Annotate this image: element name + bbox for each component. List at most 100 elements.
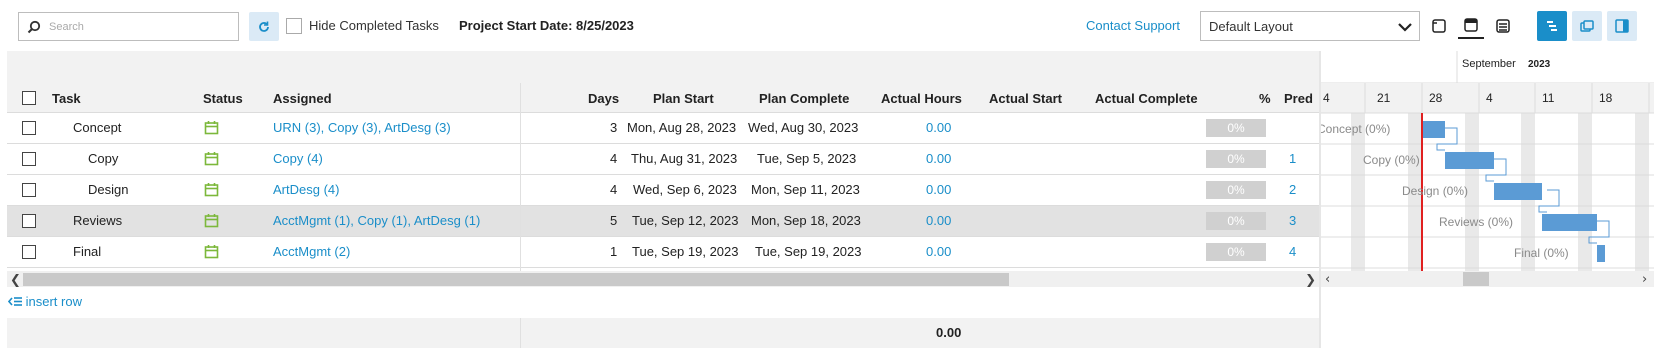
task-plan-complete[interactable]: Tue, Sep 19, 2023 bbox=[755, 244, 862, 259]
table-row-selected[interactable]: Reviews AcctMgmt (1), Copy (1), ArtDesg … bbox=[7, 206, 1321, 237]
percent-complete[interactable]: 0% bbox=[1206, 212, 1266, 230]
task-name[interactable]: Copy bbox=[88, 151, 118, 166]
task-days: 3 bbox=[610, 120, 618, 135]
task-plan-start[interactable]: Mon, Aug 28, 2023 bbox=[627, 120, 736, 135]
task-name[interactable]: Final bbox=[73, 244, 101, 259]
gantt-week-label: 21 bbox=[1377, 91, 1391, 105]
col-percent[interactable]: % bbox=[1259, 91, 1271, 106]
gantt-bar[interactable] bbox=[1494, 183, 1542, 200]
gantt-scrollbar-thumb[interactable] bbox=[1463, 272, 1489, 286]
percent-complete[interactable]: 0% bbox=[1206, 119, 1266, 137]
chevron-left-icon[interactable]: ❮ bbox=[10, 272, 21, 288]
gantt-bar[interactable] bbox=[1423, 121, 1445, 138]
select-all-checkbox[interactable] bbox=[22, 91, 36, 105]
task-pred[interactable]: 2 bbox=[1289, 182, 1296, 197]
contact-support-link[interactable]: Contact Support bbox=[1086, 18, 1180, 33]
task-pred[interactable]: 4 bbox=[1289, 244, 1296, 259]
gantt-bar[interactable] bbox=[1445, 152, 1494, 169]
col-actual-complete[interactable]: Actual Complete bbox=[1095, 91, 1198, 106]
refresh-icon bbox=[259, 21, 269, 32]
col-actual-start[interactable]: Actual Start bbox=[989, 91, 1062, 106]
task-actual-hours[interactable]: 0.00 bbox=[926, 244, 951, 259]
table-row[interactable]: Concept URN (3), Copy (3), ArtDesg (3) 3… bbox=[7, 113, 1321, 144]
task-plan-start[interactable]: Tue, Sep 12, 2023 bbox=[632, 213, 739, 228]
assigned-resources[interactable]: AcctMgmt (1), Copy (1), ArtDesg (1) bbox=[273, 213, 480, 228]
task-plan-start[interactable]: Tue, Sep 19, 2023 bbox=[632, 244, 739, 259]
gantt-bar-label: Concept (0%) bbox=[1321, 122, 1390, 136]
chevron-right-icon[interactable]: ❯ bbox=[1305, 272, 1316, 288]
task-plan-complete[interactable]: Wed, Aug 30, 2023 bbox=[748, 120, 858, 135]
row-checkbox[interactable] bbox=[22, 183, 36, 197]
col-plan-complete[interactable]: Plan Complete bbox=[759, 91, 849, 106]
toolbar: Hide Completed Tasks Project Start Date:… bbox=[0, 0, 1654, 50]
grid-horizontal-scrollbar[interactable]: ❮ ❯ bbox=[7, 271, 1321, 287]
task-actual-hours[interactable]: 0.00 bbox=[926, 182, 951, 197]
assigned-resources[interactable]: Copy (4) bbox=[273, 151, 323, 166]
row-checkbox[interactable] bbox=[22, 152, 36, 166]
view-list-button[interactable] bbox=[1490, 13, 1516, 39]
col-assigned[interactable]: Assigned bbox=[273, 91, 332, 106]
project-start-date: Project Start Date: 8/25/2023 bbox=[459, 18, 634, 33]
task-name[interactable]: Concept bbox=[73, 120, 121, 135]
calendar-icon bbox=[204, 183, 219, 197]
scrollbar-thumb[interactable] bbox=[23, 273, 1009, 286]
task-plan-start[interactable]: Wed, Sep 6, 2023 bbox=[633, 182, 737, 197]
chevron-down-icon bbox=[1398, 23, 1412, 32]
gantt-view-button[interactable] bbox=[1537, 11, 1567, 41]
search-box[interactable] bbox=[18, 12, 239, 41]
search-input[interactable] bbox=[47, 17, 232, 37]
gantt-bar[interactable] bbox=[1597, 245, 1605, 262]
insert-row-button[interactable]: insert row bbox=[7, 294, 82, 309]
task-plan-complete[interactable]: Tue, Sep 5, 2023 bbox=[757, 151, 856, 166]
table-row[interactable]: Design ArtDesg (4) 4 Wed, Sep 6, 2023 Mo… bbox=[7, 175, 1321, 206]
assigned-resources[interactable]: ArtDesg (4) bbox=[273, 182, 339, 197]
gantt-month-year: 2023 bbox=[1528, 59, 1551, 70]
column-divider bbox=[520, 83, 521, 275]
table-row[interactable]: Copy Copy (4) 4 Thu, Aug 31, 2023 Tue, S… bbox=[7, 144, 1321, 175]
view-grid-only-button[interactable] bbox=[1426, 13, 1452, 39]
row-checkbox[interactable] bbox=[22, 121, 36, 135]
total-actual-hours: 0.00 bbox=[936, 325, 962, 340]
percent-complete[interactable]: 0% bbox=[1206, 150, 1266, 168]
gantt-week-label: 11 bbox=[1542, 91, 1555, 105]
col-pred[interactable]: Pred bbox=[1284, 91, 1313, 106]
view-header-button[interactable] bbox=[1458, 13, 1484, 39]
refresh-button[interactable] bbox=[249, 12, 279, 41]
hide-completed-checkbox[interactable] bbox=[286, 18, 302, 34]
task-name[interactable]: Design bbox=[88, 182, 128, 197]
task-actual-hours[interactable]: 0.00 bbox=[926, 120, 951, 135]
gantt-bar[interactable] bbox=[1542, 214, 1597, 231]
percent-complete[interactable]: 0% bbox=[1206, 181, 1266, 199]
task-name[interactable]: Reviews bbox=[73, 213, 122, 228]
table-row[interactable]: Final AcctMgmt (2) 1 Tue, Sep 19, 2023 T… bbox=[7, 237, 1321, 268]
task-pred[interactable]: 3 bbox=[1289, 213, 1296, 228]
gantt-bottom-area bbox=[1321, 287, 1654, 348]
task-pred[interactable]: 1 bbox=[1289, 151, 1296, 166]
search-icon bbox=[27, 20, 41, 34]
task-days: 4 bbox=[610, 151, 618, 166]
task-actual-hours[interactable]: 0.00 bbox=[926, 213, 951, 228]
chevron-right-icon[interactable]: › bbox=[1642, 272, 1647, 287]
row-checkbox[interactable] bbox=[22, 245, 36, 259]
row-checkbox[interactable] bbox=[22, 214, 36, 228]
assigned-resources[interactable]: URN (3), Copy (3), ArtDesg (3) bbox=[273, 120, 451, 135]
task-actual-hours[interactable]: 0.00 bbox=[926, 151, 951, 166]
col-days[interactable]: Days bbox=[588, 91, 619, 106]
task-plan-start[interactable]: Thu, Aug 31, 2023 bbox=[631, 151, 737, 166]
percent-complete[interactable]: 0% bbox=[1206, 243, 1266, 261]
col-status[interactable]: Status bbox=[203, 91, 243, 106]
col-actual-hours[interactable]: Actual Hours bbox=[881, 91, 962, 106]
assigned-resources[interactable]: AcctMgmt (2) bbox=[273, 244, 350, 259]
task-plan-complete[interactable]: Mon, Sep 18, 2023 bbox=[751, 213, 861, 228]
chevron-left-icon[interactable]: ‹ bbox=[1325, 272, 1330, 287]
grid-footer: 0.00 bbox=[7, 318, 1321, 348]
col-plan-start[interactable]: Plan Start bbox=[653, 91, 714, 106]
gantt-week-label: 4 bbox=[1323, 91, 1330, 105]
task-days: 4 bbox=[610, 182, 618, 197]
task-plan-complete[interactable]: Mon, Sep 11, 2023 bbox=[751, 182, 860, 197]
col-task[interactable]: Task bbox=[52, 91, 81, 106]
gantt-bar-label: Reviews (0%) bbox=[1439, 215, 1513, 229]
layout-select[interactable]: Default Layout bbox=[1200, 11, 1420, 41]
overlay-view-button[interactable] bbox=[1572, 11, 1602, 41]
side-panel-button[interactable] bbox=[1607, 11, 1637, 41]
